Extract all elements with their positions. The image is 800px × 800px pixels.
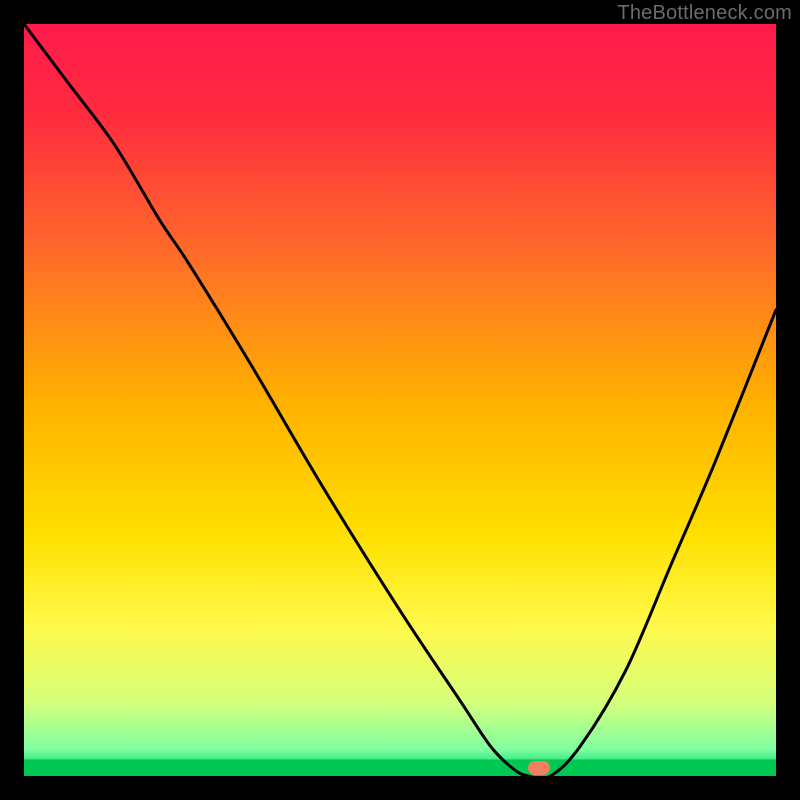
plot-area xyxy=(24,24,776,776)
watermark-text: TheBottleneck.com xyxy=(617,2,792,25)
plot-border xyxy=(22,22,778,778)
gradient-rect xyxy=(24,24,776,776)
chart-svg xyxy=(24,24,776,776)
green-band xyxy=(24,759,776,776)
chart-frame: TheBottleneck.com xyxy=(0,0,800,800)
optimal-point-marker xyxy=(528,761,550,775)
